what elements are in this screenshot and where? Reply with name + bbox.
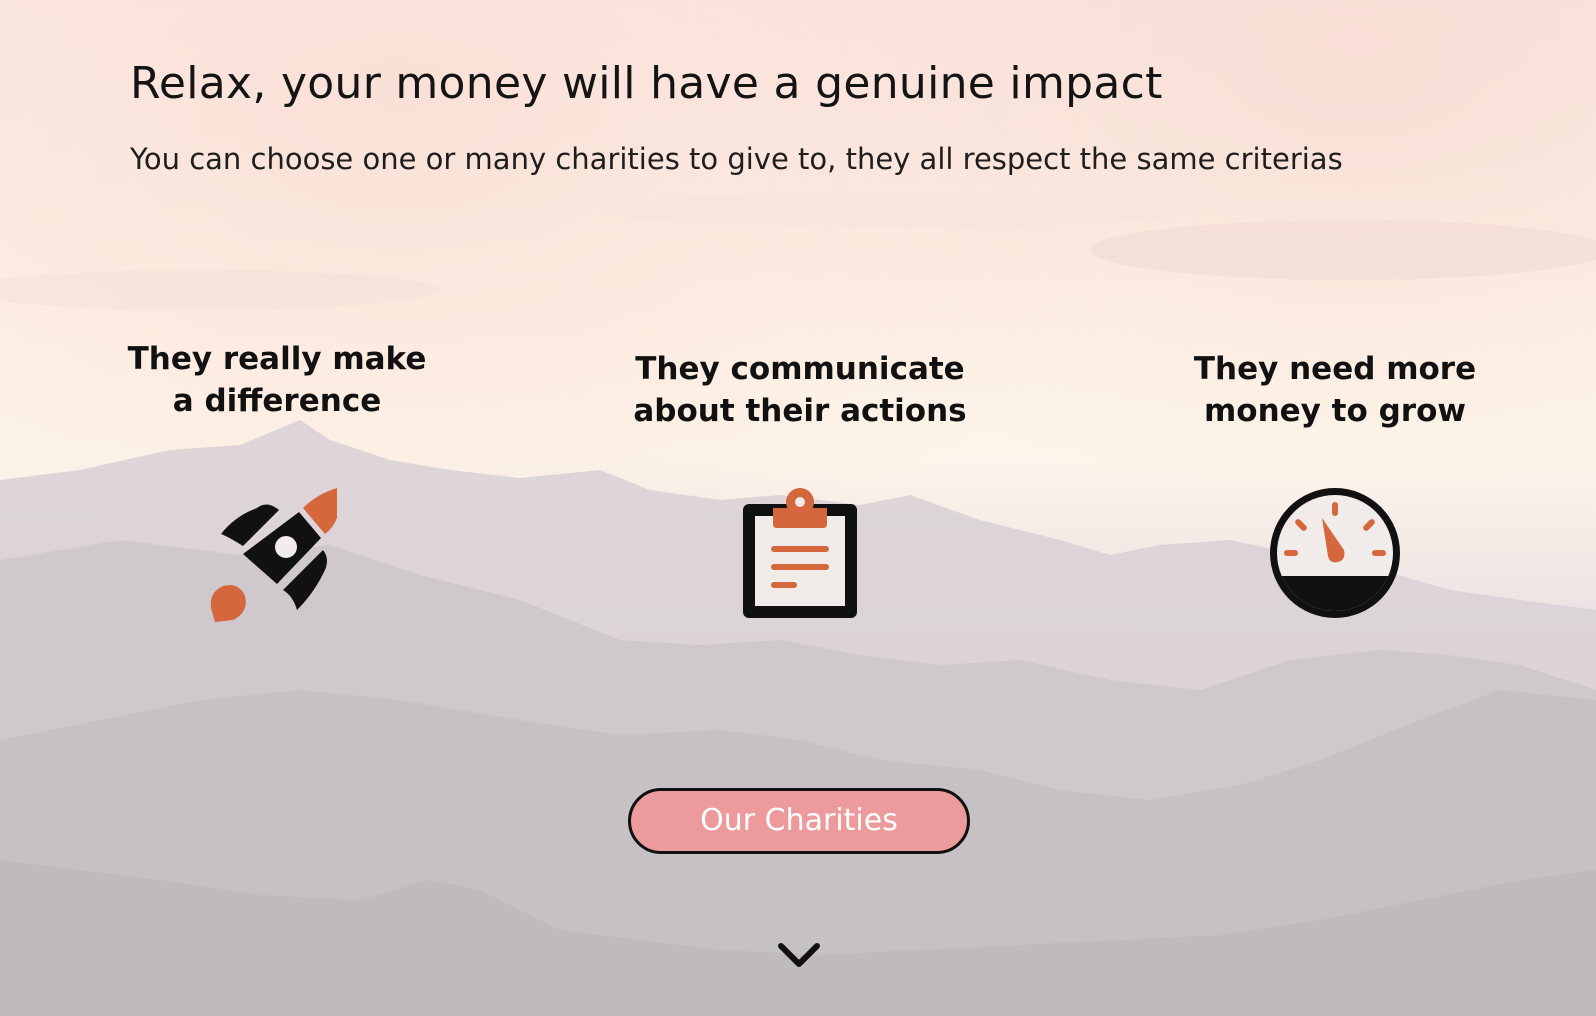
- our-charities-button[interactable]: Our Charities: [628, 788, 970, 854]
- feature-grow: They need more money to grow: [1135, 348, 1535, 618]
- chevron-down-icon[interactable]: [777, 940, 821, 972]
- feature-title-line: They really make: [127, 341, 427, 377]
- feature-title-line: a difference: [172, 383, 382, 419]
- feature-title: They need more money to grow: [1135, 348, 1535, 432]
- feature-title-line: about their actions: [633, 393, 967, 429]
- feature-title-line: They communicate: [635, 351, 965, 387]
- gauge-icon: [1270, 488, 1400, 622]
- page-subtitle: You can choose one or many charities to …: [130, 142, 1343, 176]
- page-title: Relax, your money will have a genuine im…: [130, 58, 1163, 109]
- feature-communicate: They communicate about their actions: [600, 348, 1000, 618]
- rocket-icon: [207, 488, 347, 626]
- feature-difference: They really make a difference: [77, 338, 477, 622]
- feature-title: They really make a difference: [77, 338, 477, 422]
- feature-title-line: money to grow: [1203, 393, 1467, 429]
- impact-section: Relax, your money will have a genuine im…: [0, 0, 1596, 1016]
- feature-title-line: They need more: [1193, 351, 1477, 387]
- clipboard-icon: [743, 488, 857, 622]
- feature-title: They communicate about their actions: [600, 348, 1000, 432]
